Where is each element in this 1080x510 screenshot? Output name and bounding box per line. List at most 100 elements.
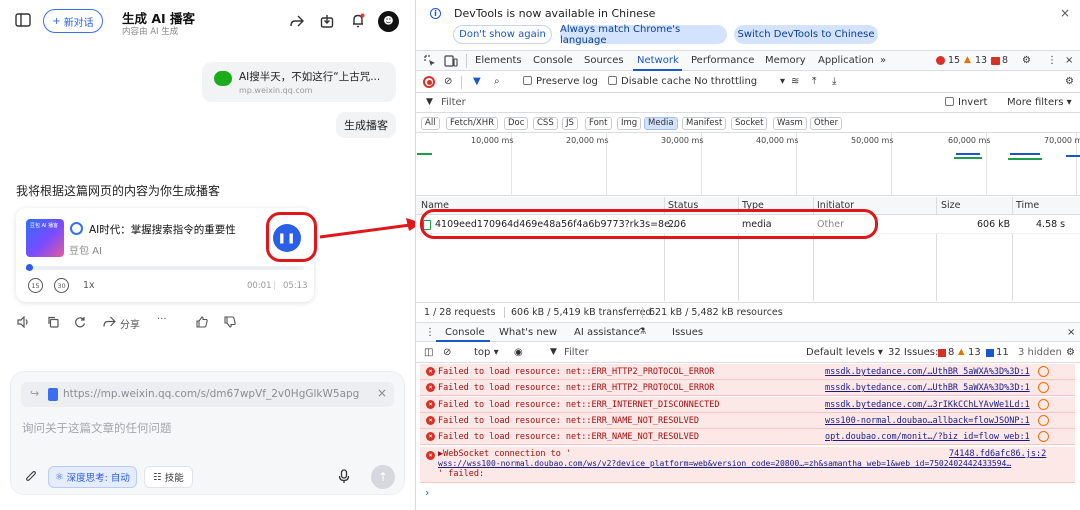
sidebar-toggle-icon[interactable] <box>14 12 32 28</box>
close-drawer-icon[interactable]: × <box>1067 327 1075 338</box>
error-source-link[interactable]: mssdk.bytedance.com/…UthBR_5aWXA%3D%3D:1 <box>825 367 1030 377</box>
websocket-url[interactable]: wss://wss100-normal.doubao.com/ws/v2?dev… <box>438 459 1011 468</box>
issue-count[interactable]: 8 <box>1002 55 1008 66</box>
console-error-row[interactable]: × Failed to load resource: net::ERR_HTTP… <box>420 380 1075 396</box>
thumbs-up-icon[interactable] <box>196 316 208 331</box>
match-language-button[interactable]: Always match Chrome's language <box>560 24 727 46</box>
type-socket[interactable]: Socket <box>731 117 768 130</box>
drawer-tab-issues[interactable]: Issues <box>672 327 703 338</box>
avatar[interactable]: ☻ <box>378 11 399 32</box>
regenerate-icon[interactable] <box>74 316 86 331</box>
skills-button[interactable]: ☷ 技能 <box>144 466 193 488</box>
console-settings-icon[interactable]: ⚙ <box>1066 347 1075 358</box>
copy-icon[interactable] <box>47 316 59 331</box>
import-har-icon[interactable]: ⤒ <box>812 76 816 87</box>
tab-application[interactable]: Application <box>818 55 874 66</box>
bell-icon[interactable] <box>349 11 367 29</box>
type-fetch-xhr[interactable]: Fetch/XHR <box>446 117 499 130</box>
console-error-row[interactable]: × Failed to load resource: net::ERR_INTE… <box>420 397 1075 413</box>
remove-url-icon[interactable]: × <box>377 386 387 400</box>
type-css[interactable]: CSS <box>533 117 558 130</box>
ai-explain-icon[interactable] <box>1038 399 1049 410</box>
new-chat-button[interactable]: + 新对话 <box>43 9 103 33</box>
websocket-source-link[interactable]: 74148.fd6afc86.js:2 <box>949 449 1046 459</box>
type-wasm[interactable]: Wasm <box>773 117 807 130</box>
type-media[interactable]: Media <box>644 117 678 130</box>
drawer-tab-whats-new[interactable]: What's new <box>499 327 557 338</box>
microphone-icon[interactable] <box>338 469 350 487</box>
websocket-message-start[interactable]: ▶WebSocket connection to ' <box>438 449 571 459</box>
send-button[interactable]: ↑ <box>371 465 395 489</box>
error-source-link[interactable]: mssdk.bytedance.com/…UthBR_5aWXA%3D%3D:1 <box>825 383 1030 393</box>
preserve-log-checkbox[interactable]: Preserve log <box>523 76 598 87</box>
dont-show-again-button[interactable]: Don't show again <box>453 25 552 44</box>
attach-icon[interactable] <box>25 470 37 486</box>
error-source-link[interactable]: wss100-normal.doubao…allback=flowJSONP:1 <box>825 416 1030 426</box>
tab-console[interactable]: Console <box>533 55 573 66</box>
ai-explain-icon[interactable] <box>1038 382 1049 393</box>
clear-console-icon[interactable]: ⊘ <box>443 347 451 358</box>
throttling-select[interactable]: No throttling <box>694 76 757 87</box>
drawer-tab-ai-assistance[interactable]: AI assistance <box>574 327 640 338</box>
tab-network[interactable]: Network <box>637 55 679 66</box>
issues-label[interactable]: 32 Issues: <box>888 347 938 358</box>
ai-explain-icon[interactable] <box>1038 415 1049 426</box>
shared-link-card[interactable]: AI搜半天，不如这行“上古咒... mp.weixin.qq.com <box>202 62 396 102</box>
eye-icon[interactable]: ◉ <box>514 347 523 358</box>
switch-chinese-button[interactable]: Switch DevTools to Chinese <box>734 25 878 44</box>
more-filters-button[interactable]: More filters ▾ <box>1007 97 1072 108</box>
console-error-row[interactable]: × Failed to load resource: net::ERR_NAME… <box>420 413 1075 429</box>
progress-track[interactable] <box>26 266 304 270</box>
error-source-link[interactable]: opt.doubao.com/monit…/?biz_id=flow_web:1 <box>825 432 1030 442</box>
network-timeline[interactable]: 10,000 ms 20,000 ms 30,000 ms 40,000 ms … <box>416 133 1080 196</box>
sidebar-icon[interactable]: ◫ <box>424 347 433 358</box>
clear-icon[interactable]: ⊘ <box>444 76 452 87</box>
network-conditions-icon[interactable]: ≋ <box>791 76 799 87</box>
speaker-icon[interactable] <box>17 315 30 331</box>
export-har-icon[interactable]: ⤓ <box>832 76 836 87</box>
error-source-link[interactable]: mssdk.bytedance.com/…3rIKkCChLYAvWe1Ld:1 <box>825 400 1030 410</box>
console-filter-input[interactable]: Filter <box>564 347 589 358</box>
share-reply-icon[interactable] <box>103 316 116 331</box>
progress-knob[interactable] <box>26 264 33 271</box>
console-error-row[interactable]: × Failed to load resource: net::ERR_HTTP… <box>420 364 1075 380</box>
deep-think-toggle[interactable]: ⚛ 深度思考: 自动 <box>48 466 137 488</box>
kebab-menu-icon[interactable]: ⋮ <box>1047 55 1057 66</box>
log-levels-select[interactable]: Default levels ▾ <box>806 347 883 358</box>
share-icon[interactable] <box>288 12 306 30</box>
tab-performance[interactable]: Performance <box>691 55 754 66</box>
type-font[interactable]: Font <box>585 117 612 130</box>
attached-url-chip[interactable]: ↪ https://mp.weixin.qq.com/s/dm67wpVf_2v… <box>21 382 394 407</box>
type-js[interactable]: JS <box>562 117 578 130</box>
col-size[interactable]: Size <box>941 200 961 211</box>
col-time[interactable]: Time <box>1016 200 1039 211</box>
settings-gear-icon[interactable]: ⚙ <box>1022 55 1031 66</box>
message-input-placeholder[interactable]: 询问关于这篇文章的任何问题 <box>22 420 172 436</box>
thumbs-down-icon[interactable] <box>224 316 236 331</box>
share-reply-label[interactable]: 分享 <box>120 316 140 331</box>
more-actions-icon[interactable]: ··· <box>157 314 167 325</box>
tab-memory[interactable]: Memory <box>765 55 806 66</box>
inspect-icon[interactable] <box>424 55 436 70</box>
drawer-menu-icon[interactable]: ⋮ <box>425 327 435 338</box>
type-manifest[interactable]: Manifest <box>682 117 727 130</box>
drawer-tab-console[interactable]: Console <box>445 327 485 338</box>
network-settings-icon[interactable]: ⚙ <box>1065 76 1074 87</box>
download-box-icon[interactable] <box>318 12 336 30</box>
tab-elements[interactable]: Elements <box>475 55 522 66</box>
warning-count[interactable]: 13 <box>975 55 987 66</box>
disable-cache-checkbox[interactable]: Disable cache <box>608 76 691 87</box>
websocket-error-row[interactable]: × ▶WebSocket connection to ' 74148.fd6af… <box>420 447 1075 483</box>
filter-funnel-icon[interactable]: ▼ <box>473 76 481 87</box>
error-count[interactable]: 15 <box>948 55 960 66</box>
console-prompt[interactable]: › <box>425 486 429 499</box>
dropdown-caret-icon[interactable]: ▾ <box>780 76 785 87</box>
record-icon[interactable] <box>423 76 435 88</box>
type-other[interactable]: Other <box>810 117 843 130</box>
rewind-15-icon[interactable]: 15 <box>28 278 43 293</box>
filter-input[interactable]: Filter <box>441 97 466 108</box>
tab-overflow[interactable]: » <box>880 55 886 66</box>
chat-input-box[interactable]: ↪ https://mp.weixin.qq.com/s/dm67wpVf_2v… <box>10 371 405 495</box>
invert-checkbox[interactable]: Invert <box>945 97 987 108</box>
ai-explain-icon[interactable] <box>1038 366 1049 377</box>
